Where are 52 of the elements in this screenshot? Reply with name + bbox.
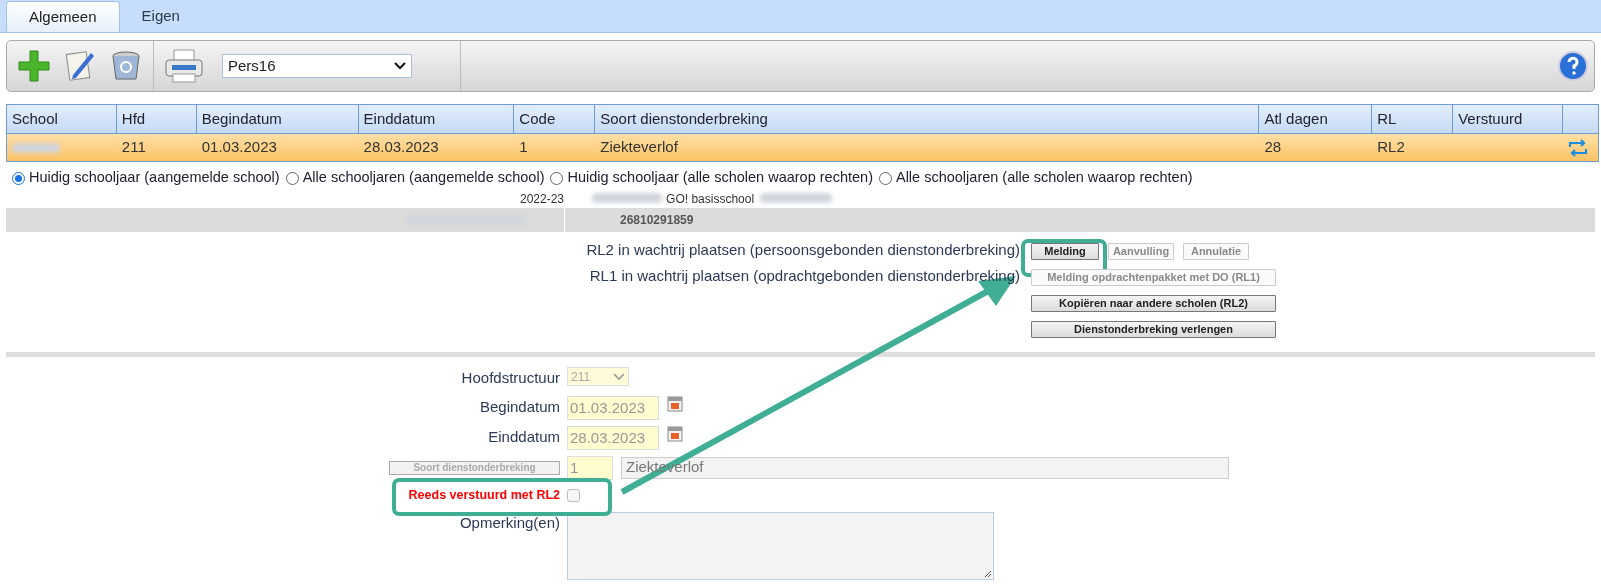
table-cell-text: RL2: [1377, 137, 1405, 158]
table-cell-text: 1: [519, 137, 528, 158]
edit-icon[interactable]: [65, 49, 95, 83]
calendar-icon[interactable]: [667, 425, 683, 442]
tab[interactable]: Eigen: [119, 1, 202, 32]
column-header[interactable]: Atl dagen: [1264, 107, 1328, 131]
queue-label: RL2 in wachtrij plaatsen (persoonsgebonden dienstonderbreking): [586, 240, 1020, 260]
column-header[interactable]: Begindatum: [201, 107, 282, 131]
blurred-text: [592, 193, 663, 203]
printer-select[interactable]: Pers16: [222, 54, 412, 78]
help-icon[interactable]: [1558, 51, 1588, 81]
table-row[interactable]: 211 01.03.2023 28.03.2023 1 Ziekteverlof 28 RL2: [7, 134, 1598, 161]
add-icon[interactable]: [17, 49, 51, 83]
radio-label[interactable]: Alle schooljaren (alle scholen waarop rechten): [895, 167, 1193, 189]
reeds-label: Reeds verstuurd met RL2: [407, 487, 560, 505]
column-header[interactable]: School: [12, 107, 58, 131]
radio-label[interactable]: Huidig schooljaar (aangemelde school): [29, 167, 280, 189]
queue-label: RL1 in wachtrij plaatsen (opdrachtgebonden dienstonderbreking): [589, 266, 1020, 286]
field-label: Einddatum: [487, 427, 560, 448]
action-button[interactable]: Kopiëren naar andere scholen (RL2): [1031, 295, 1276, 312]
school-name: GO! basisschool: [666, 191, 755, 208]
table-cell-text: 28.03.2023: [363, 137, 439, 158]
field-label: Opmerking(en): [458, 512, 560, 533]
number-text: 26810291859: [620, 212, 694, 229]
radio-label[interactable]: Alle schooljaren (aangemelde school): [302, 167, 545, 189]
column-header[interactable]: Verstuurd: [1458, 107, 1523, 131]
resize-handle-icon[interactable]: [984, 569, 992, 578]
table-cell-text: 28: [1264, 137, 1282, 158]
column-header[interactable]: Einddatum: [363, 107, 436, 131]
school-year: 2022-23: [520, 191, 565, 208]
action-button[interactable]: Dienstonderbreking verlengen: [1031, 321, 1276, 338]
action-button[interactable]: Melding: [1031, 243, 1099, 260]
column-header[interactable]: Soort dienstonderbreking: [600, 107, 768, 131]
chevron-down-icon: [613, 372, 625, 381]
calendar-icon[interactable]: [667, 395, 683, 412]
table-cell-text: 211: [121, 137, 146, 158]
field-label: Hoofdstructuur: [460, 368, 560, 388]
radio-label[interactable]: Huidig schooljaar (alle scholen waarop rechten): [567, 167, 873, 189]
printer-icon[interactable]: [164, 48, 204, 84]
column-header[interactable]: Code: [519, 107, 556, 131]
chevron-down-icon: [394, 62, 406, 70]
column-header[interactable]: RL: [1377, 107, 1397, 131]
table-cell-text: Ziekteverlof: [600, 137, 678, 158]
opmerking-field[interactable]: [567, 511, 994, 580]
field-label: Begindatum: [478, 397, 560, 418]
table-cell-text: 01.03.2023: [201, 137, 277, 158]
recycle-bin-icon[interactable]: [109, 49, 143, 83]
checkbox[interactable]: [567, 489, 580, 502]
blurred-text: [12, 142, 60, 153]
column-header[interactable]: Hfd: [121, 107, 146, 131]
swap-arrows-icon[interactable]: [1568, 138, 1588, 157]
tab[interactable]: Algemeen: [6, 1, 120, 32]
